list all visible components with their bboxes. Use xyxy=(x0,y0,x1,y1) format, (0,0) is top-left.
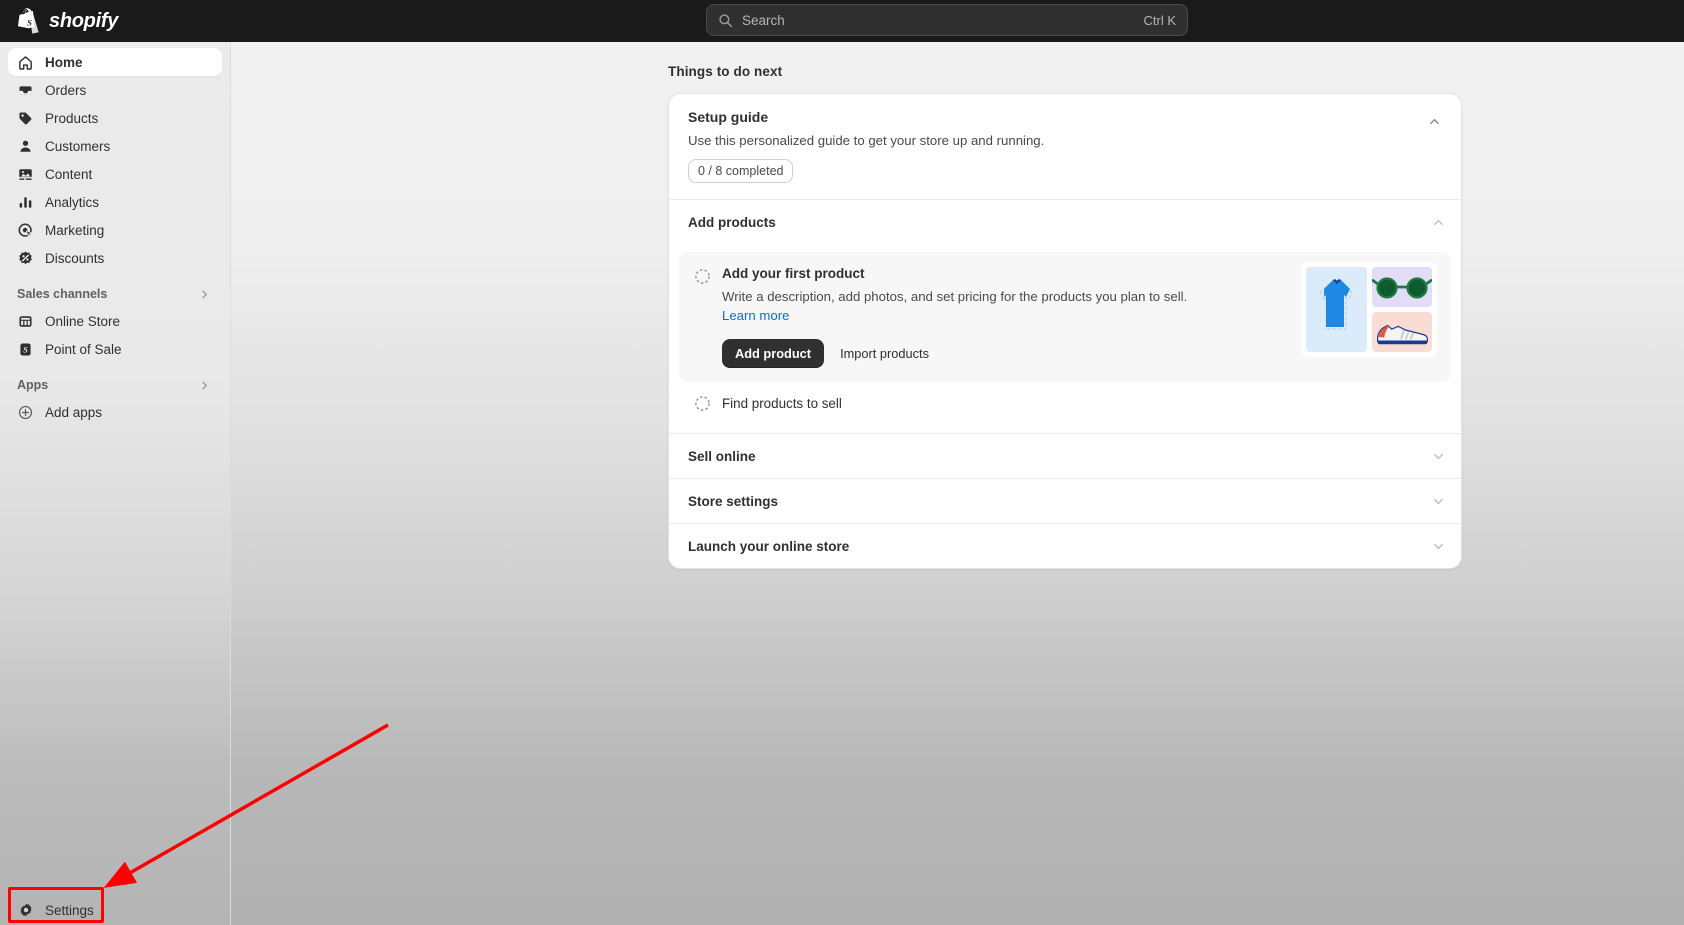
sidebar-item-label: Discounts xyxy=(45,250,105,266)
sidebar-item-products[interactable]: Products xyxy=(8,104,222,132)
settings-button[interactable]: Settings xyxy=(8,895,105,925)
section-launch-your-online-store[interactable]: Launch your online store xyxy=(669,523,1461,568)
discounts-badge-percent-icon xyxy=(17,250,34,267)
sidebar-item-home[interactable]: Home xyxy=(8,48,222,76)
search-placeholder: Search xyxy=(742,12,785,28)
sidebar-item-label: Home xyxy=(45,54,83,70)
sidebar-item-label: Marketing xyxy=(45,222,105,238)
task-title: Find products to sell xyxy=(722,396,842,412)
section-label: Launch your online store xyxy=(688,538,850,554)
sidebar-item-point-of-sale[interactable]: S Point of Sale xyxy=(8,335,222,363)
sidebar-item-label: Add apps xyxy=(45,404,103,420)
sidebar-item-label: Customers xyxy=(45,138,111,154)
sidebar-item-add-apps[interactable]: Add apps xyxy=(8,398,222,426)
chevron-down-icon[interactable] xyxy=(1432,495,1445,508)
sidebar-item-label: Point of Sale xyxy=(45,341,122,357)
dashed-circle-incomplete-icon[interactable] xyxy=(694,268,711,285)
section-label: Sell online xyxy=(688,448,756,464)
product-illustration xyxy=(1301,262,1437,357)
home-icon xyxy=(17,54,34,71)
home-content-column: Things to do next Setup guide Use this p… xyxy=(668,64,1462,570)
sidebar-group-sales-channels[interactable]: Sales channels xyxy=(8,281,222,307)
shopify-brand[interactable]: S shopify xyxy=(18,0,118,42)
import-products-button[interactable]: Import products xyxy=(832,339,937,368)
sidebar-item-discounts[interactable]: Discounts xyxy=(8,244,222,272)
task-description: Write a description, add photos, and set… xyxy=(722,288,1192,325)
products-tag-icon xyxy=(17,110,34,127)
illustration-right-column xyxy=(1372,267,1432,352)
sidebar-item-marketing[interactable]: Marketing xyxy=(8,216,222,244)
shopify-admin-screen: S shopify Search Ctrl K Home Orders Prod… xyxy=(0,0,1684,925)
sidebar-item-orders[interactable]: Orders xyxy=(8,76,222,104)
page-title: Things to do next xyxy=(668,64,783,79)
chevron-right-icon[interactable] xyxy=(199,380,210,391)
shopify-bag-logo-icon: S xyxy=(18,8,41,34)
chevron-up-icon xyxy=(1429,118,1439,124)
chevron-up-icon[interactable] xyxy=(1432,216,1445,229)
sidebar-item-label: Content xyxy=(45,166,93,182)
sales-channels-label: Sales channels xyxy=(17,287,108,301)
sidebar-item-content[interactable]: Content xyxy=(8,160,222,188)
section-label: Add products xyxy=(688,214,776,230)
apps-divider-spacer xyxy=(0,363,230,372)
sidebar-item-analytics[interactable]: Analytics xyxy=(8,188,222,216)
svg-text:S: S xyxy=(23,345,28,354)
sidebar-item-label: Analytics xyxy=(45,194,100,210)
analytics-bar-chart-icon xyxy=(17,194,34,211)
plus-circle-icon xyxy=(17,404,34,421)
global-search[interactable]: Search Ctrl K xyxy=(706,4,1188,36)
settings-label: Settings xyxy=(45,902,94,918)
svg-text:S: S xyxy=(27,17,32,27)
orders-icon xyxy=(17,82,34,99)
setup-guide-header: Setup guide Use this personalized guide … xyxy=(669,94,1461,199)
section-label: Store settings xyxy=(688,493,779,509)
sidebar-item-online-store[interactable]: Online Store xyxy=(8,307,222,335)
section-add-products-header[interactable]: Add products xyxy=(669,199,1461,244)
sidebar-item-customers[interactable]: Customers xyxy=(8,132,222,160)
section-store-settings[interactable]: Store settings xyxy=(669,478,1461,523)
setup-progress-badge: 0 / 8 completed xyxy=(688,159,794,183)
sidebar-item-label: Online Store xyxy=(45,313,121,329)
storefront-icon xyxy=(17,313,34,330)
sidebar-item-label: Orders xyxy=(45,82,87,98)
setup-guide-title: Setup guide xyxy=(688,109,769,125)
marketing-target-icon xyxy=(17,222,34,239)
task-find-products-to-sell[interactable]: Find products to sell xyxy=(679,382,1451,428)
sidebar-item-label: Products xyxy=(45,110,99,126)
setup-guide-subtitle: Use this personalized guide to get your … xyxy=(688,133,1045,148)
primary-nav: Home Orders Products Customers Content A… xyxy=(0,42,230,272)
search-icon xyxy=(718,13,733,28)
main-content: Things to do next Setup guide Use this p… xyxy=(231,42,1684,925)
green-sunglasses-illustration xyxy=(1372,267,1432,307)
blue-tshirt-illustration xyxy=(1306,267,1367,352)
section-sell-online[interactable]: Sell online xyxy=(669,433,1461,478)
point-of-sale-icon: S xyxy=(17,341,34,358)
chevron-right-icon[interactable] xyxy=(199,289,210,300)
white-sneaker-illustration xyxy=(1372,312,1432,352)
sidebar-group-apps[interactable]: Apps xyxy=(8,372,222,398)
search-input[interactable]: Search Ctrl K xyxy=(706,4,1188,36)
setup-guide-card: Setup guide Use this personalized guide … xyxy=(668,93,1462,570)
settings-area: Settings xyxy=(8,895,105,925)
add-products-task-area: Add your first product Write a descripti… xyxy=(669,244,1461,434)
learn-more-link[interactable]: Learn more xyxy=(722,308,789,323)
search-shortcut-hint: Ctrl K xyxy=(1143,12,1177,28)
dashed-circle-incomplete-icon[interactable] xyxy=(694,395,711,412)
chevron-down-icon[interactable] xyxy=(1432,450,1445,463)
sidebar: Home Orders Products Customers Content A… xyxy=(0,42,231,925)
add-product-button[interactable]: Add product xyxy=(722,339,825,369)
content-media-icon xyxy=(17,166,34,183)
setup-guide-collapse-toggle[interactable] xyxy=(1423,110,1445,132)
gear-icon xyxy=(17,902,34,919)
task-add-first-product[interactable]: Add your first product Write a descripti… xyxy=(679,252,1451,383)
brand-wordmark: shopify xyxy=(49,9,119,32)
task-description-text: Write a description, add photos, and set… xyxy=(722,289,1188,304)
top-bar: S shopify Search Ctrl K xyxy=(0,0,1684,42)
chevron-down-icon[interactable] xyxy=(1432,540,1445,553)
customers-person-icon xyxy=(17,138,34,155)
nav-divider-spacer xyxy=(0,272,230,281)
apps-label: Apps xyxy=(17,378,49,392)
